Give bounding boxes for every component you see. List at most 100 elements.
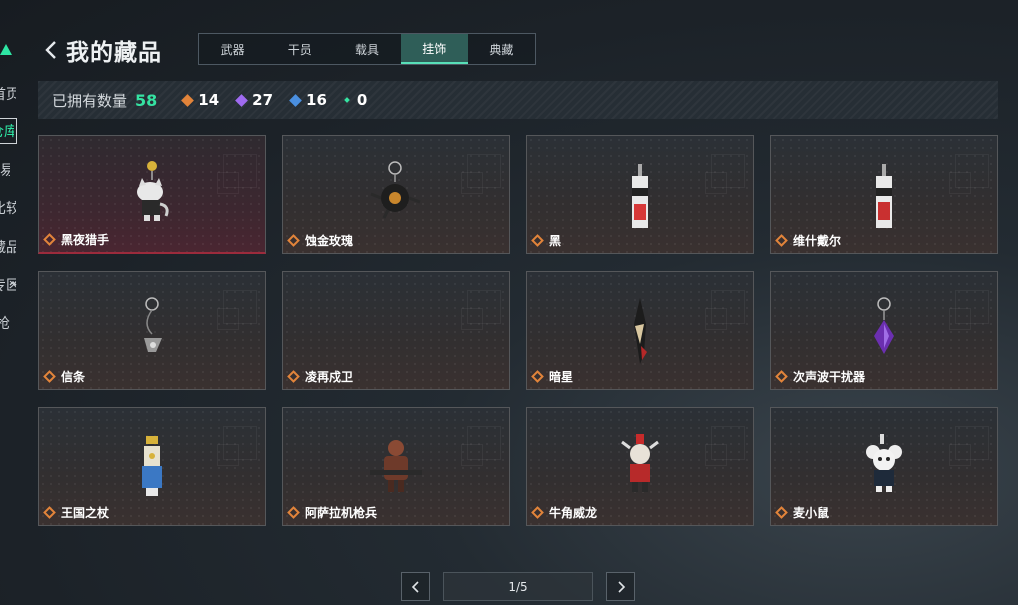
charm-name-row: 王国之杖: [43, 504, 110, 521]
rarity-orange-icon: [531, 234, 544, 247]
orange-diamond-icon: [181, 93, 195, 107]
card-decoration: [949, 172, 971, 194]
charm-name: 黑夜猎手: [61, 233, 110, 247]
charm-name: 黑: [549, 234, 562, 248]
card-decoration: [949, 444, 971, 466]
charm-name: 信条: [61, 370, 86, 384]
purple-crystal-charm-icon: [874, 297, 894, 354]
red-tag-charm-icon: [632, 164, 648, 228]
rarity-orange-icon: [531, 370, 544, 383]
rarity-count-value: 14: [198, 91, 220, 109]
card-decoration: [949, 308, 971, 330]
rarity-count-purple: 27: [235, 91, 274, 109]
charm-card[interactable]: 阿萨拉机枪兵: [282, 407, 510, 526]
mouse-figure-charm-icon: [866, 434, 902, 492]
rarity-orange-icon: [43, 233, 56, 246]
sidebar-item-trade[interactable]: 交易行: [0, 160, 10, 180]
charm-card[interactable]: 暗星: [526, 271, 754, 390]
charm-card[interactable]: 蚀金玫瑰: [282, 135, 510, 254]
card-decoration: [217, 444, 239, 466]
tab-charms[interactable]: 挂饰: [400, 34, 468, 64]
rarity-orange-icon: [775, 370, 788, 383]
charm-card[interactable]: 次声波干扰器: [770, 271, 998, 390]
page-title: 我的藏品: [66, 40, 162, 66]
blue-diamond-icon: [289, 93, 302, 107]
blade-charm-icon: [634, 298, 647, 364]
rarity-orange-icon: [43, 370, 56, 383]
rarity-count-value: 0: [356, 91, 368, 109]
brand-logo-icon: [0, 44, 12, 55]
rarity-count-blue: 16: [289, 91, 327, 109]
charm-card[interactable]: 信条: [38, 271, 266, 390]
charm-name-row: 黑夜猎手: [43, 231, 110, 248]
sidebar-item-compare[interactable]: 比较: [0, 198, 16, 218]
charm-card[interactable]: 牛角威龙: [526, 407, 754, 526]
tab-weapons[interactable]: 武器: [199, 34, 266, 64]
charm-name: 阿萨拉机枪兵: [305, 506, 378, 520]
charm-name-row: 暗星: [531, 368, 574, 385]
charm-card[interactable]: 凌再戍卫: [282, 271, 510, 390]
charm-name: 王国之杖: [61, 506, 110, 520]
charm-name: 牛角威龙: [549, 506, 598, 520]
charm-name: 麦小鼠: [793, 506, 830, 520]
chevron-left-icon: [411, 580, 419, 593]
card-decoration: [705, 172, 727, 194]
rarity-count-value: 27: [252, 91, 274, 109]
charm-name: 维什戴尔: [793, 234, 842, 248]
page-header: 我的藏品: [40, 34, 162, 66]
charm-card[interactable]: 黑夜猎手: [38, 135, 266, 254]
chevron-right-icon: [617, 580, 625, 593]
rarity-orange-icon: [531, 506, 544, 519]
rarity-orange-icon: [287, 370, 300, 383]
charm-name-row: 黑: [531, 232, 562, 249]
charm-name-row: 牛角威龙: [531, 504, 598, 521]
card-decoration: [461, 308, 483, 330]
rarity-count-value: 16: [306, 91, 327, 109]
red-tag-charm-icon: [876, 164, 892, 228]
charm-grid: 黑夜猎手 蚀金玫瑰 黑 维什戴尔 信条 凌再戍卫 暗星 次声波干扰器 王国之杖 …: [38, 135, 998, 526]
tab-operators[interactable]: 干员: [266, 34, 333, 64]
card-decoration: [217, 172, 239, 194]
page-indicator: 1/5: [443, 572, 593, 601]
rose-ring-charm-icon: [370, 161, 421, 219]
rarity-count-green: 0: [344, 91, 368, 109]
charm-name: 凌再戍卫: [305, 370, 354, 384]
charm-card[interactable]: 麦小鼠: [770, 407, 998, 526]
charm-name-row: 阿萨拉机枪兵: [287, 504, 378, 521]
side-navigation: 首页 仓库 交易行 比较 藏品 专区 枪: [0, 0, 22, 605]
charm-card[interactable]: 维什戴尔: [770, 135, 998, 254]
sidebar-item-collection[interactable]: 藏品: [0, 237, 16, 257]
charm-name: 蚀金玫瑰: [305, 234, 354, 248]
charm-card[interactable]: 黑: [526, 135, 754, 254]
sidebar-item-home[interactable]: 首页: [0, 84, 16, 104]
card-decoration: [461, 444, 483, 466]
owned-count-label: 已拥有数量: [52, 91, 128, 110]
charm-name-row: 次声波干扰器: [775, 368, 865, 385]
horned-figure-charm-icon: [621, 434, 659, 492]
sidebar-item-gun[interactable]: 枪: [0, 313, 20, 333]
charm-name-row: 蚀金玫瑰: [287, 232, 354, 249]
charm-name-row: 凌再戍卫: [287, 368, 354, 385]
cat-figure-charm-icon: [137, 161, 169, 221]
charm-name-row: 维什戴尔: [775, 232, 842, 249]
rarity-orange-icon: [775, 234, 788, 247]
chevron-up-icon[interactable]: [9, 280, 17, 286]
charm-card[interactable]: 王国之杖: [38, 407, 266, 526]
prev-page-button[interactable]: [401, 572, 430, 601]
green-diamond-icon: [344, 97, 350, 103]
rarity-orange-icon: [287, 506, 300, 519]
rarity-orange-icon: [43, 506, 56, 519]
sidebar-item-warehouse[interactable]: 仓库: [0, 121, 14, 141]
ring-pendant-charm-icon: [144, 297, 162, 352]
tab-collection[interactable]: 典藏: [468, 34, 535, 64]
purple-diamond-icon: [235, 93, 249, 107]
owned-count-total: 58: [135, 90, 158, 110]
charm-name: 暗星: [549, 370, 574, 384]
rarity-orange-icon: [287, 234, 300, 247]
scepter-charm-icon: [142, 436, 162, 496]
tab-vehicles[interactable]: 载具: [333, 34, 400, 64]
card-decoration: [705, 308, 727, 330]
owned-count-bar: 已拥有数量 58 14 27 16 0: [38, 81, 998, 119]
back-arrow-icon[interactable]: [40, 36, 62, 64]
next-page-button[interactable]: [606, 572, 635, 601]
